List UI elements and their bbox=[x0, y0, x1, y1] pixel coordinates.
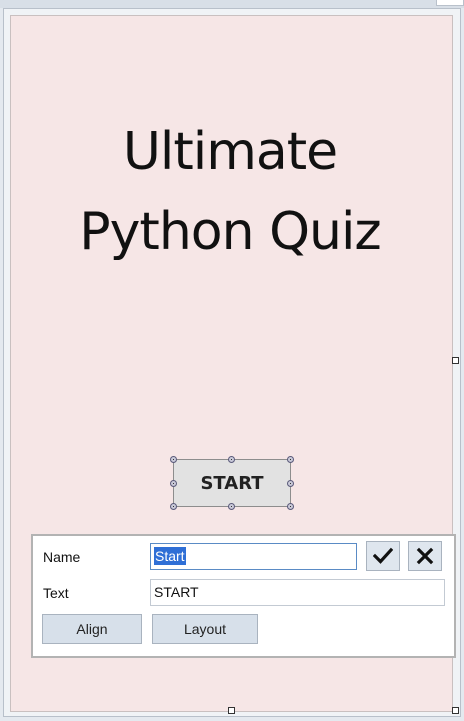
name-field[interactable]: Start bbox=[150, 543, 357, 570]
selection-handle-top-center[interactable] bbox=[228, 456, 235, 463]
form-resize-handle-bottom-right[interactable] bbox=[452, 707, 459, 714]
layout-button[interactable]: Layout bbox=[152, 614, 258, 644]
selection-handle-top-right[interactable] bbox=[287, 456, 294, 463]
selection-handle-bottom-left[interactable] bbox=[170, 503, 177, 510]
selection-handle-bottom-center[interactable] bbox=[228, 503, 235, 510]
top-strip bbox=[0, 0, 464, 8]
quiz-title-line2: Python Quiz bbox=[79, 202, 381, 262]
quiz-title-line1: Ultimate bbox=[122, 122, 338, 182]
properties-panel: Name Start Text START Align Layout bbox=[31, 534, 456, 658]
name-field-selected-text: Start bbox=[154, 547, 186, 565]
top-corner-tab bbox=[436, 0, 464, 6]
name-label: Name bbox=[43, 549, 81, 565]
selection-handle-middle-right[interactable] bbox=[287, 480, 294, 487]
quiz-title: Ultimate Python Quiz bbox=[0, 112, 460, 272]
selection-handle-top-left[interactable] bbox=[170, 456, 177, 463]
close-icon bbox=[416, 547, 434, 565]
form-resize-handle-right[interactable] bbox=[452, 357, 459, 364]
confirm-button[interactable] bbox=[366, 541, 400, 571]
align-button[interactable]: Align bbox=[42, 614, 142, 644]
form-resize-handle-bottom[interactable] bbox=[228, 707, 235, 714]
selection-handle-bottom-right[interactable] bbox=[287, 503, 294, 510]
text-field[interactable]: START bbox=[150, 579, 445, 606]
selection-handle-middle-left[interactable] bbox=[170, 480, 177, 487]
check-icon bbox=[373, 547, 393, 564]
start-button[interactable]: START bbox=[173, 459, 291, 507]
cancel-button[interactable] bbox=[408, 541, 442, 571]
text-label: Text bbox=[43, 585, 69, 601]
